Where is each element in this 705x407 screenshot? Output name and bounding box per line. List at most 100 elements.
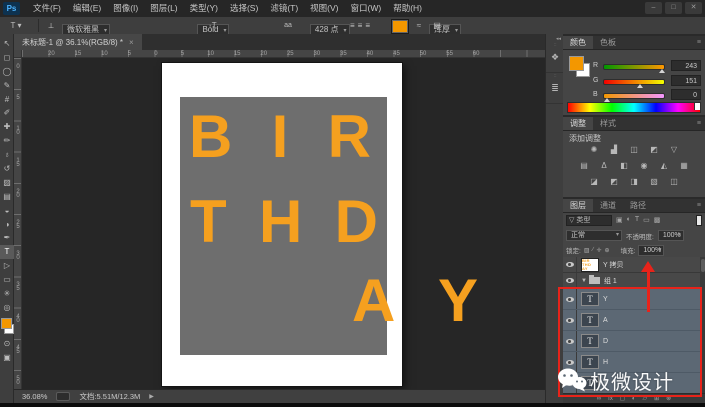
adjustment-icon[interactable]: ▦	[677, 160, 691, 172]
warp-text-icon[interactable]: ≈	[412, 19, 426, 32]
panel-foreground-swatch[interactable]	[569, 56, 584, 71]
layers-panel-menu-icon[interactable]: ≡	[697, 199, 705, 212]
layers-panel-tab-2[interactable]: 路径	[623, 199, 653, 212]
filter-toggle[interactable]	[696, 214, 702, 226]
dock-panel-button-1[interactable]: ∷ ❖	[546, 42, 564, 73]
layers-panel-tab-0[interactable]: 图层	[563, 199, 593, 212]
dodge-tool[interactable]: ◑	[0, 218, 14, 232]
menu-item-0[interactable]: 文件(F)	[27, 0, 67, 17]
adjustment-icon[interactable]: ◫	[627, 144, 641, 156]
menu-item-8[interactable]: 窗口(W)	[345, 0, 388, 17]
pen-tool[interactable]: ✒	[0, 231, 14, 245]
white-chip[interactable]	[694, 103, 700, 110]
channel-value-B[interactable]: 0	[671, 89, 701, 100]
canvas-page[interactable]: BIRTHDAY	[162, 63, 478, 386]
zoom-tool[interactable]: ◎	[0, 301, 14, 315]
color-panel-tab-0[interactable]: 颜色	[563, 36, 593, 49]
menu-item-1[interactable]: 编辑(E)	[67, 0, 107, 17]
layer-row-0[interactable]: BIR THD AY Y 拷贝	[563, 257, 705, 273]
blend-mode-select[interactable]: 正常	[566, 230, 622, 241]
brush-tool[interactable]: ✏	[0, 134, 14, 148]
lock-icon[interactable]: ✛	[597, 247, 602, 254]
menu-item-2[interactable]: 图像(I)	[107, 0, 144, 17]
menu-item-3[interactable]: 图层(L)	[144, 0, 183, 17]
color-panel-tab-1[interactable]: 色板	[593, 36, 623, 49]
collapse-dock-icon[interactable]: ◂◂	[546, 34, 563, 42]
adjustments-panel-tab-0[interactable]: 调整	[563, 117, 593, 130]
align-left-icon[interactable]: ≡	[350, 19, 355, 32]
shape-tool[interactable]: ▭	[0, 273, 14, 287]
filter-type-icon[interactable]: ▭	[643, 216, 650, 224]
opacity-value[interactable]: 100%	[657, 230, 684, 241]
marquee-tool[interactable]: ◻	[0, 51, 14, 65]
adjustment-icon[interactable]: ◉	[637, 160, 651, 172]
tab-close-icon[interactable]: ×	[129, 38, 134, 47]
adjustment-icon[interactable]: ◧	[617, 160, 631, 172]
move-tool[interactable]: ↖	[0, 37, 14, 51]
menu-item-4[interactable]: 类型(Y)	[184, 0, 224, 17]
group-expand-icon[interactable]: ▼	[581, 278, 587, 284]
slider-handle[interactable]	[658, 69, 665, 73]
path-selection-tool[interactable]: ▷	[0, 259, 14, 273]
visibility-toggle[interactable]	[563, 257, 577, 272]
eraser-tool[interactable]: ▨	[0, 176, 14, 190]
adjustments-panel-menu-icon[interactable]: ≡	[697, 117, 705, 130]
adjustments-panel-tab-1[interactable]: 样式	[593, 117, 623, 130]
align-right-icon[interactable]: ≡	[365, 19, 370, 32]
channel-slider-R[interactable]	[603, 64, 665, 70]
adjustment-icon[interactable]: ◭	[657, 160, 671, 172]
layers-panel-tab-1[interactable]: 通道	[593, 199, 623, 212]
dock-panel-button-2[interactable]: ∷ ≣	[546, 73, 564, 104]
channel-value-G[interactable]: 151	[671, 75, 701, 86]
menu-item-6[interactable]: 滤镜(T)	[264, 0, 304, 17]
blur-tool[interactable]: ◒	[0, 204, 14, 218]
filter-type-icon[interactable]: T	[635, 216, 639, 224]
fill-value[interactable]: 100%	[638, 244, 665, 256]
filter-type-icon[interactable]: ◐	[627, 216, 631, 224]
adjustment-icon[interactable]: ▟	[607, 144, 621, 156]
adjustment-icon[interactable]: ◩	[647, 144, 661, 156]
screen-mode-button[interactable]: ▣	[0, 351, 14, 365]
crop-tool[interactable]: #	[0, 93, 14, 107]
adjustment-icon[interactable]: ◨	[627, 176, 641, 188]
text-color-swatch[interactable]	[391, 19, 409, 34]
history-brush-tool[interactable]: ↺	[0, 162, 14, 176]
minimize-button[interactable]: –	[645, 2, 662, 14]
slider-handle[interactable]	[637, 84, 644, 88]
filter-type-icon[interactable]: ▩	[654, 216, 661, 224]
text-orientation-icon[interactable]: ⟂	[44, 19, 58, 32]
channel-slider-G[interactable]	[603, 79, 665, 85]
menu-item-9[interactable]: 帮助(H)	[387, 0, 428, 17]
status-expand-icon[interactable]: ▶	[149, 393, 154, 400]
lasso-tool[interactable]: ◯	[0, 65, 14, 79]
lock-icon[interactable]: ▨	[584, 247, 590, 254]
maximize-button[interactable]: □	[665, 2, 682, 14]
channel-value-R[interactable]: 243	[671, 60, 701, 71]
type-tool[interactable]: T	[0, 245, 14, 260]
quick-selection-tool[interactable]: ✎	[0, 79, 14, 93]
adjustment-icon[interactable]: ✺	[587, 144, 601, 156]
lock-icon[interactable]: ⊕	[605, 247, 610, 254]
visibility-toggle[interactable]	[563, 273, 577, 288]
lock-icon[interactable]: ∕	[592, 247, 593, 254]
color-panel-menu-icon[interactable]: ≡	[697, 36, 705, 49]
color-spectrum-ramp[interactable]	[567, 102, 701, 113]
hand-tool[interactable]: ✳	[0, 287, 14, 301]
adjustment-icon[interactable]: ▧	[647, 176, 661, 188]
gradient-tool[interactable]: ▤	[0, 190, 14, 204]
align-center-icon[interactable]: ≡	[358, 19, 363, 32]
color-swatches[interactable]	[0, 317, 14, 337]
foreground-color-swatch[interactable]	[1, 317, 12, 329]
adjustment-icon[interactable]: ◫	[667, 176, 681, 188]
clone-stamp-tool[interactable]: ♁	[0, 148, 14, 162]
filter-type-icon[interactable]: ▣	[616, 216, 623, 224]
document-tab[interactable]: 未标题-1 @ 36.1%(RGB/8) * ×	[14, 34, 142, 50]
quick-mask-button[interactable]: ⊙	[0, 337, 14, 351]
type-tool-preset-icon[interactable]: T ▾	[6, 19, 26, 32]
adjustment-icon[interactable]: Δ	[597, 160, 611, 172]
layer-filter-select[interactable]: ▽ 类型	[566, 214, 612, 226]
close-button[interactable]: ✕	[685, 2, 702, 14]
adjustment-icon[interactable]: ▽	[667, 144, 681, 156]
menu-item-7[interactable]: 视图(V)	[304, 0, 344, 17]
menu-item-5[interactable]: 选择(S)	[224, 0, 264, 17]
